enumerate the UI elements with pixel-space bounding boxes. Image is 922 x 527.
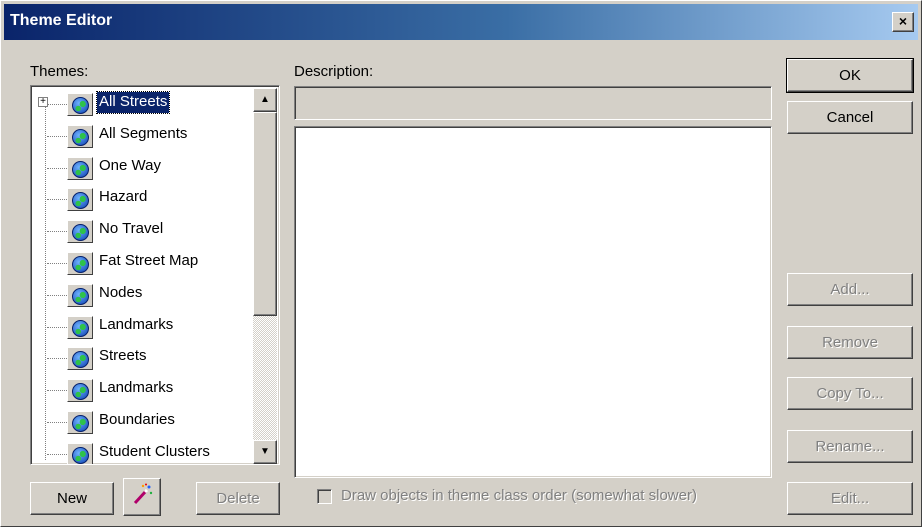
- theme-wizard-button[interactable]: [123, 478, 161, 516]
- theme-item-label: No Travel: [99, 220, 164, 238]
- theme-item-label: Streets: [99, 347, 147, 365]
- globe-icon: [67, 379, 93, 403]
- scroll-thumb[interactable]: [253, 112, 277, 316]
- ok-button[interactable]: OK: [786, 58, 914, 93]
- new-button-label: New: [56, 490, 87, 507]
- theme-tree-item[interactable]: + All Streets: [33, 88, 255, 120]
- globe-icon: [67, 93, 93, 116]
- rename-button-label: Rename...: [815, 438, 885, 455]
- themes-tree-rows: + All Streets All Segments One Way Hazard No …: [33, 88, 255, 464]
- globe-icon: [67, 188, 93, 212]
- copy-to-button[interactable]: Copy To...: [787, 377, 913, 410]
- theme-tree-item[interactable]: Student Clusters: [33, 438, 255, 464]
- tree-connector: [47, 326, 67, 328]
- description-text-area[interactable]: [294, 126, 772, 478]
- theme-tree-item[interactable]: One Way: [33, 152, 255, 184]
- remove-button[interactable]: Remove: [787, 326, 913, 359]
- magic-wand-icon: [133, 483, 153, 505]
- scroll-up-button[interactable]: ▲: [253, 88, 277, 112]
- themes-tree[interactable]: + All Streets All Segments One Way Hazard No …: [30, 85, 280, 465]
- tree-connector: [47, 294, 67, 296]
- globe-icon: [67, 410, 93, 434]
- globe-icon: [67, 156, 93, 180]
- tree-connector: [47, 135, 67, 137]
- tree-connector: [47, 453, 67, 455]
- tree-connector: [47, 421, 67, 423]
- globe-icon: [67, 347, 93, 371]
- add-button-label: Add...: [830, 281, 870, 298]
- tree-connector: [47, 167, 67, 169]
- theme-tree-item[interactable]: All Segments: [33, 120, 255, 152]
- globe-icon: [67, 442, 93, 464]
- theme-tree-item[interactable]: Landmarks: [33, 374, 255, 406]
- arrow-up-icon: ▲: [260, 94, 270, 105]
- delete-button[interactable]: Delete: [196, 482, 280, 515]
- globe-icon: [67, 283, 93, 307]
- scroll-down-button[interactable]: ▼: [253, 440, 277, 464]
- window-title: Theme Editor: [10, 12, 113, 29]
- theme-item-label: All Segments: [99, 124, 188, 142]
- draw-in-order-label: Draw objects in theme class order (somew…: [341, 487, 697, 504]
- rename-button[interactable]: Rename...: [787, 430, 913, 463]
- theme-tree-item[interactable]: Streets: [33, 342, 255, 374]
- delete-button-label: Delete: [216, 490, 260, 507]
- themes-label: Themes:: [30, 63, 89, 80]
- edit-button[interactable]: Edit...: [787, 482, 913, 515]
- theme-item-label: All Streets: [95, 91, 171, 114]
- theme-item-label: Student Clusters: [99, 442, 210, 460]
- theme-item-label: One Way: [99, 156, 161, 174]
- themes-scrollbar[interactable]: ▲ ▼: [253, 88, 277, 464]
- close-button[interactable]: ×: [892, 12, 914, 32]
- theme-tree-item[interactable]: Fat Street Map: [33, 247, 255, 279]
- tree-connector: [47, 199, 67, 201]
- remove-button-label: Remove: [822, 334, 878, 351]
- theme-tree-item[interactable]: Hazard: [33, 183, 255, 215]
- theme-tree-item[interactable]: No Travel: [33, 215, 255, 247]
- description-title-field: [294, 86, 772, 120]
- cancel-button[interactable]: Cancel: [787, 101, 913, 134]
- theme-tree-item[interactable]: Landmarks: [33, 311, 255, 343]
- copy-to-button-label: Copy To...: [816, 385, 884, 402]
- tree-connector: [47, 231, 67, 233]
- new-button[interactable]: New: [30, 482, 114, 515]
- globe-icon: [67, 124, 93, 148]
- theme-editor-window: Theme Editor × Themes: + All Streets All S…: [0, 0, 922, 527]
- tree-connector: [47, 104, 67, 105]
- expand-plus-icon[interactable]: +: [38, 97, 48, 107]
- title-bar[interactable]: Theme Editor ×: [4, 4, 918, 40]
- theme-tree-item[interactable]: Nodes: [33, 279, 255, 311]
- globe-icon: [67, 220, 93, 244]
- arrow-down-icon: ▼: [260, 446, 270, 457]
- theme-item-label: Nodes: [99, 283, 143, 301]
- close-icon: ×: [898, 13, 908, 29]
- theme-tree-item[interactable]: Boundaries: [33, 406, 255, 438]
- tree-connector: [47, 358, 67, 360]
- theme-item-label: Landmarks: [99, 379, 174, 397]
- globe-icon: [67, 251, 93, 275]
- globe-icon: [67, 315, 93, 339]
- edit-button-label: Edit...: [830, 490, 870, 507]
- tree-connector: [47, 390, 67, 392]
- theme-item-label: Hazard: [99, 188, 148, 206]
- theme-item-label: Fat Street Map: [99, 251, 199, 269]
- theme-item-label: Boundaries: [99, 410, 175, 428]
- add-button[interactable]: Add...: [787, 273, 913, 306]
- tree-connector: [47, 262, 67, 264]
- theme-item-label: Landmarks: [99, 315, 174, 333]
- cancel-button-label: Cancel: [826, 109, 874, 126]
- draw-in-order-checkbox[interactable]: [317, 489, 332, 504]
- description-label: Description:: [294, 63, 374, 80]
- ok-button-label: OK: [839, 67, 861, 84]
